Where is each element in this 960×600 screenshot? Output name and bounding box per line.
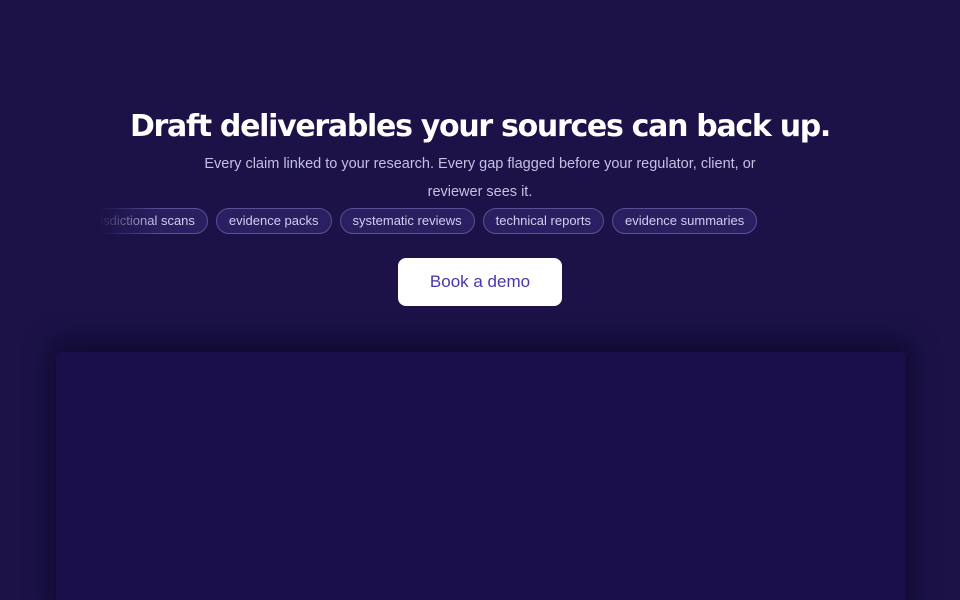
chip-evidence-packs: evidence packs [215,208,332,234]
book-demo-button[interactable]: Book a demo [398,258,562,306]
chip-jurisdictional-scans: jurisdictional scans [98,208,208,234]
chip-technical-reports: technical reports [482,208,604,234]
product-preview-panel [56,352,906,600]
hero-subtext: Every claim linked to your research. Eve… [204,156,756,200]
chip-track: briefs jurisdictional scans evidence pac… [98,208,758,234]
chip-evidence-summaries: evidence summaries [612,208,758,234]
chip-systematic-reviews: systematic reviews [339,208,475,234]
use-case-chip-carousel: briefs jurisdictional scans evidence pac… [98,208,854,235]
hero-section: Draft deliverables your sources can back… [0,0,960,600]
hero-headline: Draft deliverables your sources can back… [129,109,831,144]
